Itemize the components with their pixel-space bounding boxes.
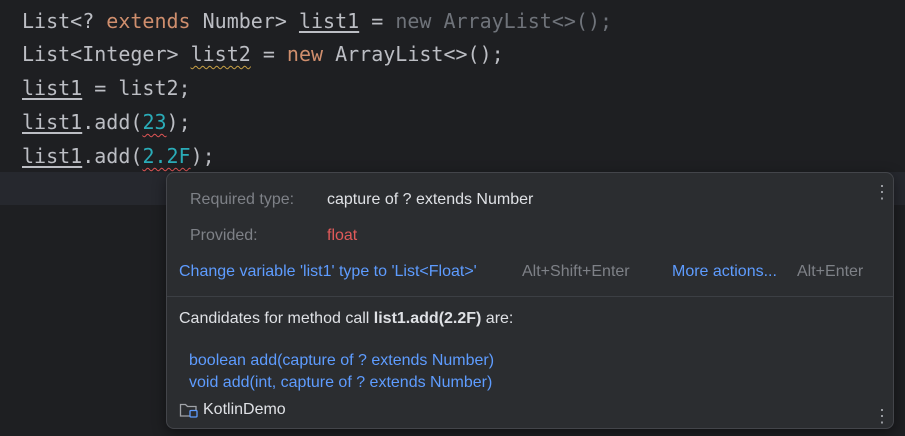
required-type-label: Required type: [190, 191, 295, 208]
code-token: list1 [22, 144, 83, 168]
error-details: ⋮ Required type: capture of ? extends Nu… [167, 173, 893, 296]
error-popup: ⋮ Required type: capture of ? extends Nu… [166, 172, 894, 429]
change-type-shortcut: Alt+Shift+Enter [522, 263, 630, 280]
code-token: ArrayList<>(); [323, 42, 504, 66]
code-line-5[interactable]: list1.add(2.2F); [22, 141, 215, 171]
code-token: 23 [142, 110, 167, 134]
provided-value: float [327, 227, 358, 244]
code-token: new ArrayList<>(); [395, 9, 613, 33]
code-token: .add( [82, 110, 143, 134]
vertical-ellipsis-icon[interactable]: ⋮ [873, 183, 891, 201]
more-actions-shortcut: Alt+Enter [797, 263, 864, 280]
code-line-4[interactable]: list1.add(23); [22, 107, 191, 137]
candidate-method-2[interactable]: void add(int, capture of ? extends Numbe… [189, 374, 492, 392]
code-token: = [359, 9, 396, 33]
code-token: list1 [22, 110, 83, 134]
popup-divider [167, 296, 893, 297]
code-token: extends [106, 9, 191, 33]
code-line-1[interactable]: List<? extends Number> list1 = new Array… [22, 6, 612, 36]
module-indicator: KotlinDemo [179, 399, 286, 421]
code-token: List<Integer> [22, 42, 191, 66]
candidates-call: list1.add(2.2F) [373, 310, 482, 327]
module-name: KotlinDemo [203, 401, 286, 418]
candidates-prefix: Candidates for method call [179, 310, 374, 327]
code-token: = [250, 42, 287, 66]
required-type-value: capture of ? extends Number [327, 191, 534, 208]
provided-label: Provided: [190, 227, 258, 244]
code-token: .add( [82, 144, 143, 168]
code-token: new [286, 42, 324, 66]
candidates-suffix: are: [481, 310, 514, 327]
code-line-2[interactable]: List<Integer> list2 = new ArrayList<>(); [22, 39, 504, 69]
code-token: list1 [298, 9, 360, 33]
code-token: Number> [190, 9, 299, 33]
code-token: ); [190, 144, 215, 168]
code-token: List<? [22, 9, 107, 33]
code-token: = list2; [82, 76, 191, 100]
more-actions-link[interactable]: More actions... [672, 263, 777, 281]
code-token: ); [166, 110, 191, 134]
code-token: list1 [22, 76, 83, 100]
candidates-heading: Candidates for method call list1.add(2.2… [179, 310, 513, 328]
change-type-action-link[interactable]: Change variable 'list1' type to 'List<Fl… [179, 263, 477, 281]
candidate-method-1[interactable]: boolean add(capture of ? extends Number) [189, 352, 494, 370]
code-token: list2 [190, 42, 251, 66]
vertical-ellipsis-icon[interactable]: ⋮ [873, 407, 891, 425]
code-line-3[interactable]: list1 = list2; [22, 73, 191, 103]
code-token: 2.2F [142, 144, 191, 168]
module-folder-icon [179, 403, 198, 418]
